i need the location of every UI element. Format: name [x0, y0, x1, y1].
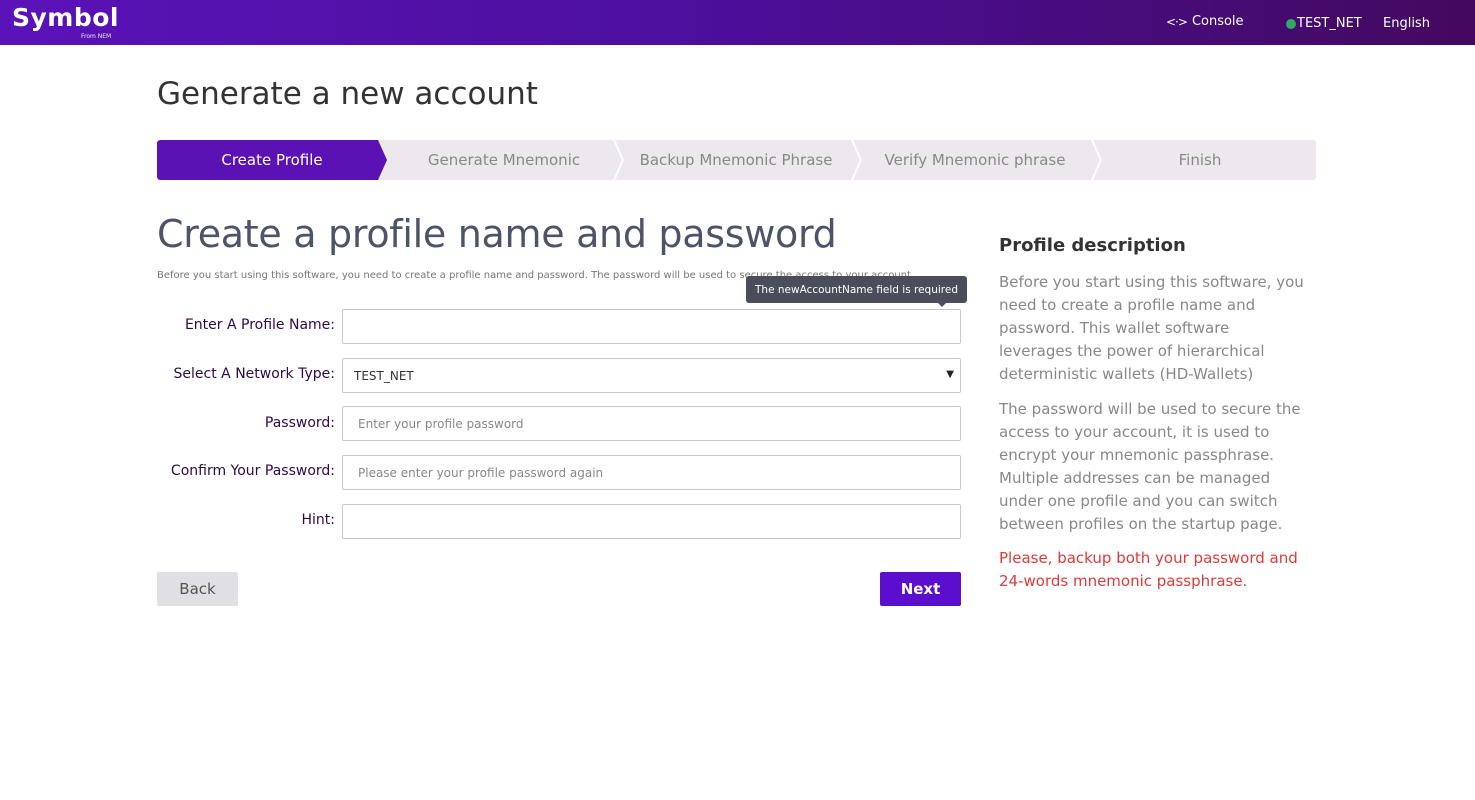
password-description-paragraph: The password will be used to secure the … [999, 400, 1301, 533]
symbol-logo[interactable]: Symbol From NEM [12, 3, 119, 40]
profile-description-title: Profile description [999, 235, 1186, 256]
hint-input[interactable] [342, 504, 961, 539]
password-input[interactable] [342, 406, 961, 441]
console-link[interactable]: <·> Console [1166, 14, 1244, 29]
next-button[interactable]: Next [880, 572, 961, 606]
confirm-password-input[interactable] [342, 455, 961, 490]
profile-description-paragraph: Before you start using this software, yo… [999, 273, 1304, 383]
top-navbar: Symbol From NEM <·> Console TEST_NET Eng… [0, 0, 1475, 45]
back-button[interactable]: Back [157, 572, 238, 606]
step-backup-mnemonic: Backup Mnemonic Phrase [639, 151, 833, 169]
profile-name-label: Enter A Profile Name: [184, 317, 335, 333]
validation-tooltip: The newAccountName field is required [746, 276, 967, 303]
confirm-password-label: Confirm Your Password: [170, 463, 335, 479]
step-create-profile: Create Profile [157, 140, 387, 180]
language-select[interactable]: English [1383, 16, 1430, 31]
hint-label: Hint: [301, 512, 336, 528]
step-verify-mnemonic: Verify Mnemonic phrase [884, 151, 1066, 169]
console-label: Console [1191, 14, 1244, 29]
network-type-value: TEST_NET [354, 368, 414, 383]
form-title: Create a profile name and password [157, 212, 837, 256]
code-arrows-icon: <·> [1166, 14, 1188, 29]
profile-name-input[interactable] [342, 309, 961, 344]
network-type-label: Select A Network Type: [173, 366, 335, 382]
step-generate-mnemonic: Generate Mnemonic [427, 151, 581, 169]
network-indicator[interactable]: TEST_NET [1286, 16, 1362, 31]
status-dot-icon [1286, 18, 1296, 29]
password-label: Password: [264, 415, 335, 431]
caret-down-icon: ▼ [946, 369, 954, 380]
logo-subtext: From NEM [81, 33, 112, 40]
tooltip-arrow [937, 302, 947, 307]
network-type-select[interactable]: TEST_NET ▼ [342, 358, 961, 393]
backup-warning: Please, backup both your password and 24… [999, 549, 1298, 590]
page-title: Generate a new account [157, 76, 538, 112]
step-finish: Finish [1178, 151, 1222, 169]
logo-text: Symbol [12, 3, 119, 32]
stepper: Create Profile Generate Mnemonic Backup … [157, 140, 1316, 180]
network-label: TEST_NET [1297, 16, 1362, 31]
